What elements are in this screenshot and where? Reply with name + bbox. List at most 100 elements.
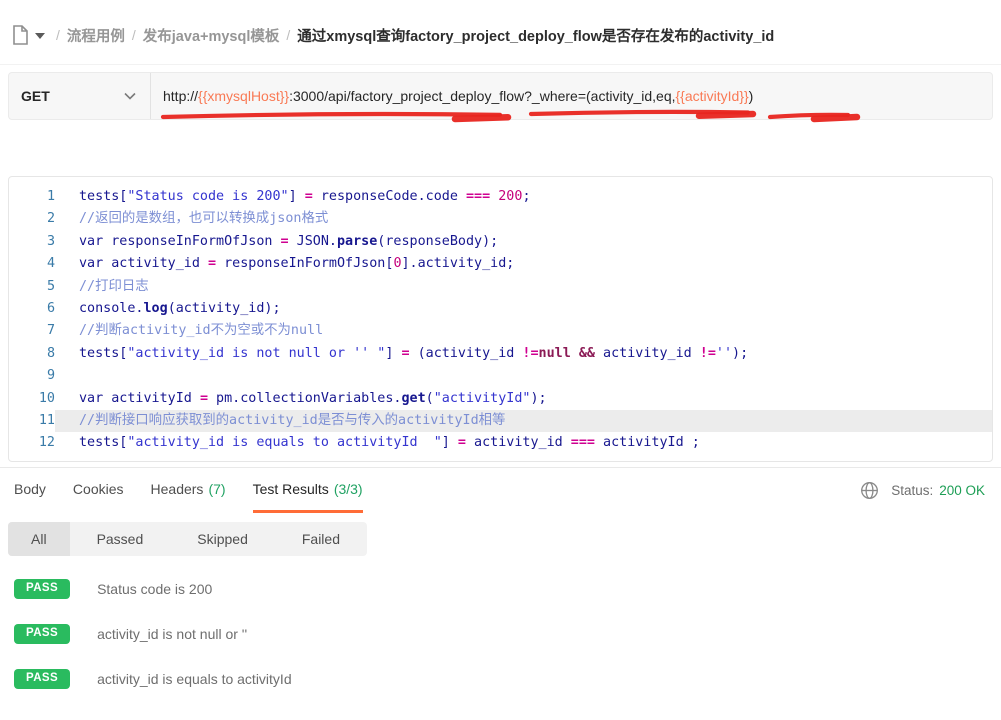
filter-tab-skipped[interactable]: Skipped (170, 522, 275, 556)
line-number: 6 (9, 298, 55, 320)
response-status-area: Status: 200 OK (860, 468, 985, 513)
url-segment: http:// (163, 88, 198, 104)
code-line: 10var activityId = pm.collectionVariable… (9, 388, 992, 410)
line-number: 4 (9, 253, 55, 275)
test-result-text: activity_id is equals to activityId (97, 671, 292, 687)
code-token: = (200, 391, 208, 406)
chevron-down-icon (124, 92, 136, 100)
code-text: //返回的是数组，也可以转换成json格式 (55, 208, 992, 230)
url-input[interactable]: http://{{xmysqlHost}}:3000/api/factory_p… (151, 88, 753, 104)
code-line: 8tests["activity_id is not null or '' "]… (9, 343, 992, 365)
code-token: != (522, 346, 538, 361)
code-token: (activity_id); (168, 301, 281, 316)
postman-request-view: /流程用例/发布java+mysql模板/通过xmysql查询factory_p… (0, 0, 1001, 720)
code-token: activity_id (595, 346, 700, 361)
code-token: //打印日志 (79, 279, 149, 294)
response-tab-cookies[interactable]: Cookies (73, 468, 124, 513)
test-result-text: Status code is 200 (97, 581, 212, 597)
code-token: parse (337, 234, 377, 249)
code-token: ); (530, 391, 546, 406)
code-token: //返回的是数组，也可以转换成json格式 (79, 211, 328, 226)
code-token: tests[ (79, 346, 127, 361)
code-token: && (579, 346, 595, 361)
url-segment: ) (749, 88, 754, 104)
code-token: = (401, 346, 409, 361)
code-token: != (700, 346, 716, 361)
breadcrumb-item[interactable]: 流程用例 (67, 25, 125, 46)
code-token: 200 (498, 189, 522, 204)
code-token: //判断activity_id不为空或不为null (79, 323, 323, 338)
code-line: 9 (9, 365, 992, 387)
test-result-row: PASS activity_id is equals to activityId (14, 668, 993, 690)
url-segment: :3000/api/factory_project_deploy_flow?_w… (289, 88, 675, 104)
tab-count-badge: (3/3) (334, 481, 363, 497)
line-number: 1 (9, 186, 55, 208)
code-token: = (458, 435, 466, 450)
code-token: JSON. (289, 234, 337, 249)
request-url-bar: GET http://{{xmysqlHost}}:3000/api/facto… (8, 72, 993, 120)
code-text: //打印日志 (55, 276, 992, 298)
code-token: console. (79, 301, 144, 316)
request-file-icon[interactable] (10, 24, 30, 46)
code-line: 12tests["activity_id is equals to activi… (9, 432, 992, 454)
code-token: log (144, 301, 168, 316)
code-token: get (401, 391, 425, 406)
filter-tab-passed[interactable]: Passed (70, 522, 171, 556)
code-token: ] (385, 346, 401, 361)
code-line: 2//返回的是数组，也可以转换成json格式 (9, 208, 992, 230)
breadcrumb-separator: / (286, 27, 290, 43)
code-text: tests["activity_id is not null or '' "] … (55, 343, 992, 365)
test-results-list: PASS Status code is 200 PASS activity_id is… (14, 578, 993, 713)
code-line: 11//判断接口响应获取到的activity_id是否与传入的activityI… (9, 410, 992, 432)
status-value: 200 OK (939, 483, 985, 498)
code-token: (responseBody); (377, 234, 498, 249)
code-text: var activityId = pm.collectionVariables.… (55, 388, 992, 410)
code-token: 0 (393, 256, 401, 271)
code-token: '' (716, 346, 732, 361)
breadcrumb: /流程用例/发布java+mysql模板/通过xmysql查询factory_p… (0, 0, 1001, 65)
test-result-text: activity_id is not null or '' (97, 626, 247, 642)
code-text: //判断接口响应获取到的activity_id是否与传入的activityId相… (55, 410, 992, 432)
response-tab-headers[interactable]: Headers(7) (151, 468, 226, 513)
code-line: 1tests["Status code is 200"] = responseC… (9, 186, 992, 208)
breadcrumb-caret-icon[interactable] (35, 33, 45, 39)
url-segment: {{activityId}} (676, 88, 749, 104)
code-token: = (281, 234, 289, 249)
line-number: 8 (9, 343, 55, 365)
code-token: "activity_id is not null or '' " (127, 346, 385, 361)
filter-tab-failed[interactable]: Failed (275, 522, 367, 556)
code-line: 3var responseInFormOfJson = JSON.parse(r… (9, 231, 992, 253)
breadcrumb-current: 通过xmysql查询factory_project_deploy_flow是否存… (297, 25, 774, 46)
code-token: === (571, 435, 595, 450)
line-number: 10 (9, 388, 55, 410)
code-token: tests[ (79, 189, 127, 204)
response-tab-test-results[interactable]: Test Results(3/3) (253, 468, 363, 513)
test-result-filter: AllPassedSkippedFailed (8, 522, 367, 556)
method-selector[interactable]: GET (9, 73, 150, 119)
code-token: = (305, 189, 313, 204)
response-tab-body[interactable]: Body (14, 468, 46, 513)
pass-badge: PASS (14, 624, 70, 644)
method-label: GET (21, 88, 50, 104)
code-token: (activity_id (410, 346, 523, 361)
code-token: responseInFormOfJson[ (216, 256, 393, 271)
code-text: var activity_id = responseInFormOfJson[0… (55, 253, 992, 275)
code-token: === (466, 189, 490, 204)
breadcrumb-item[interactable]: 发布java+mysql模板 (143, 25, 280, 46)
code-line: 5//打印日志 (9, 276, 992, 298)
code-text: console.log(activity_id); (55, 298, 992, 320)
breadcrumb-separator: / (56, 27, 60, 43)
code-token: activity_id (466, 435, 571, 450)
code-editor[interactable]: 1tests["Status code is 200"] = responseC… (8, 176, 993, 462)
code-token: ].activity_id; (402, 256, 515, 271)
code-token: null (539, 346, 571, 361)
code-token: var activityId (79, 391, 200, 406)
code-text: tests["activity_id is equals to activity… (55, 432, 992, 454)
test-result-row: PASS activity_id is not null or '' (14, 623, 993, 645)
pass-badge: PASS (14, 669, 70, 689)
url-segment: {{xmysqlHost}} (198, 88, 289, 104)
line-number: 9 (9, 365, 55, 387)
code-token: ] (442, 435, 458, 450)
line-number: 3 (9, 231, 55, 253)
filter-tab-all[interactable]: All (8, 522, 70, 556)
